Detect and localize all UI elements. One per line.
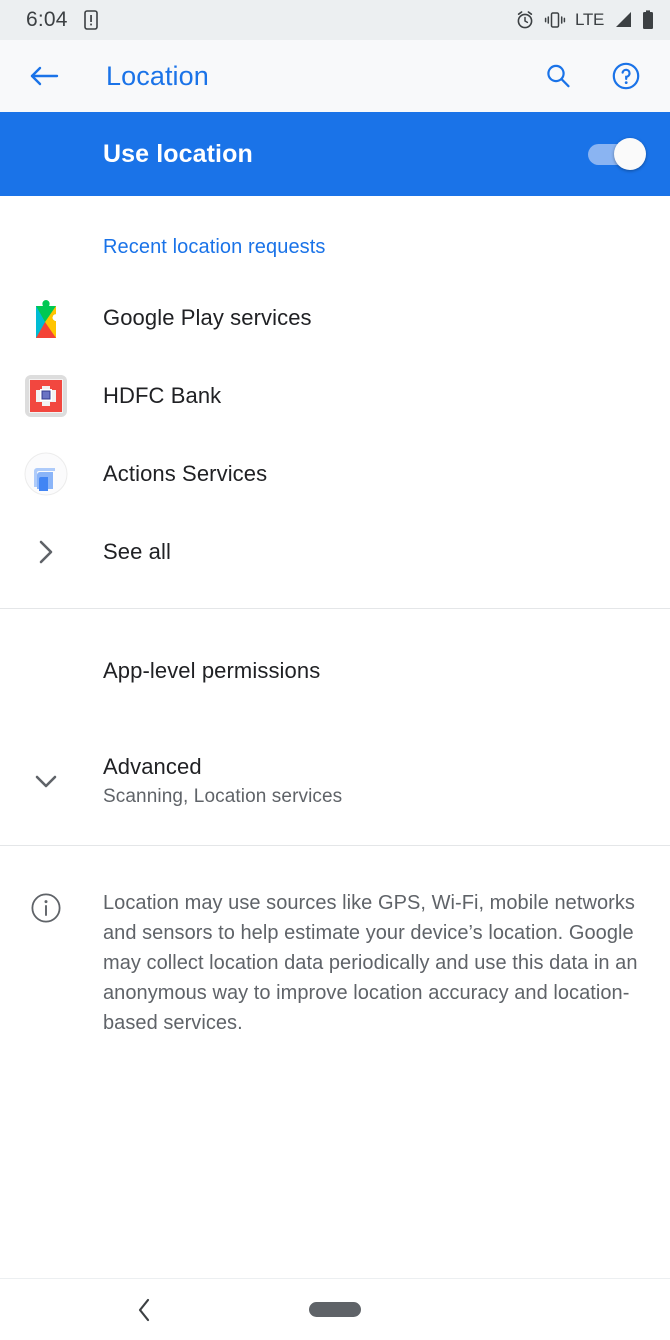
app-level-permissions-row[interactable]: App-level permissions: [0, 609, 670, 733]
hdfc-bank-icon: [24, 375, 67, 417]
search-button[interactable]: [536, 54, 580, 98]
page-title: Location: [106, 60, 209, 91]
toggle-thumb: [614, 138, 646, 170]
status-left-icons: [83, 10, 98, 30]
actions-services-icon: [24, 452, 67, 496]
google-play-services-icon: [35, 300, 56, 338]
app-icon-wrap: [18, 447, 73, 502]
advanced-icon-wrap: [18, 754, 73, 809]
app-icon-wrap: [18, 369, 73, 424]
back-button[interactable]: [22, 54, 66, 98]
list-item-actions-services[interactable]: Actions Services: [0, 435, 670, 513]
location-info-note: Location may use sources like GPS, Wi-Fi…: [0, 846, 670, 1038]
see-all-label: See all: [103, 539, 171, 564]
app-icon-wrap: [18, 291, 73, 346]
settings-content: Recent location requests Google Play ser…: [0, 196, 670, 1038]
network-type-label: LTE: [574, 10, 604, 29]
use-location-toggle[interactable]: [588, 138, 646, 170]
battery-icon: [643, 10, 653, 29]
info-icon: [30, 893, 61, 923]
alarm-icon: [517, 11, 533, 29]
info-note-text: Location may use sources like GPS, Wi-Fi…: [103, 892, 638, 1034]
list-item-label: Actions Services: [103, 461, 268, 486]
info-icon-wrap: [18, 888, 73, 1038]
home-pill-handle[interactable]: [309, 1302, 361, 1317]
app-bar-actions: [536, 54, 648, 98]
app-level-permissions-label: App-level permissions: [103, 658, 321, 683]
help-button[interactable]: [604, 54, 648, 98]
list-item-label: Google Play services: [103, 305, 312, 330]
advanced-subtitle: Scanning, Location services: [103, 786, 343, 807]
recent-requests-header: Recent location requests: [103, 236, 326, 258]
search-icon: [547, 64, 570, 88]
vibrate-icon: [544, 12, 566, 28]
back-arrow-icon: [30, 66, 59, 86]
nav-back-icon: [138, 1298, 150, 1321]
use-location-row[interactable]: Use location: [0, 112, 670, 196]
nav-back-button[interactable]: [128, 1293, 162, 1327]
help-circle-icon: [612, 62, 640, 90]
see-all-icon-wrap: [18, 525, 73, 580]
sim-card-alert-icon: [83, 10, 98, 30]
chevron-right-icon: [39, 540, 52, 564]
chevron-down-icon: [35, 775, 56, 788]
app-bar: Location: [0, 40, 670, 112]
status-right-icons: LTE: [515, 10, 654, 30]
status-bar: 6:04 LTE: [0, 0, 670, 40]
list-item-label: HDFC Bank: [103, 383, 222, 408]
signal-icon: [616, 12, 631, 27]
status-time: 6:04: [26, 8, 68, 31]
list-item-hdfc-bank[interactable]: HDFC Bank: [0, 357, 670, 435]
advanced-texts: Advanced Scanning, Location services: [103, 754, 342, 808]
system-navigation-bar: [0, 1278, 670, 1340]
use-location-label: Use location: [103, 139, 253, 168]
list-item-google-play-services[interactable]: Google Play services: [0, 279, 670, 357]
advanced-title: Advanced: [103, 754, 202, 779]
advanced-row[interactable]: Advanced Scanning, Location services: [0, 733, 670, 829]
see-all-row[interactable]: See all: [0, 513, 670, 591]
